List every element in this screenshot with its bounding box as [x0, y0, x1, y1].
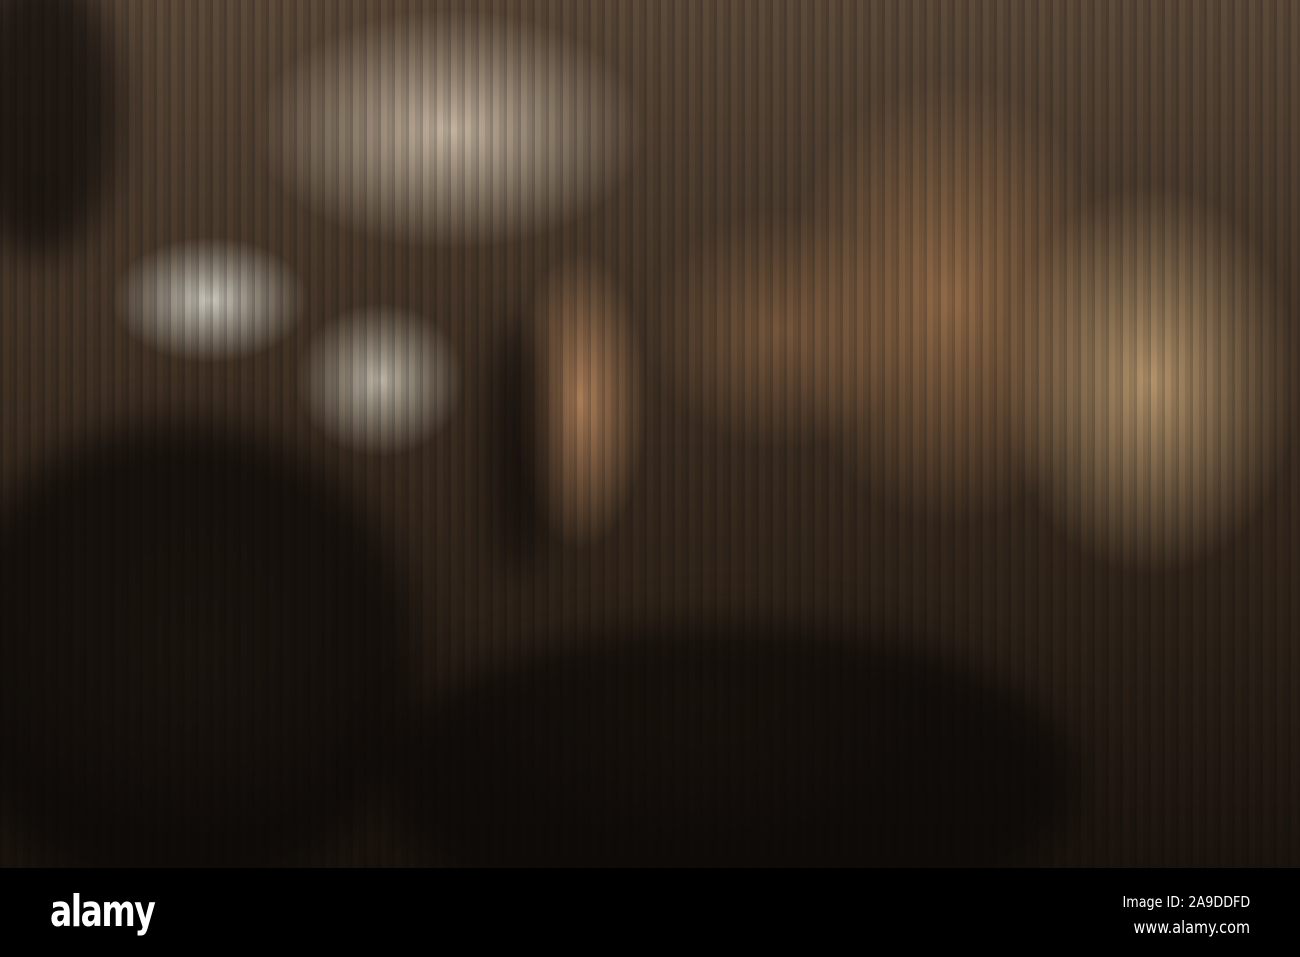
shadow-center-crevice [490, 320, 550, 580]
stock-photo-page: alamy Image ID: 2A9DDFD www.alamy.com [0, 0, 1300, 957]
cave-photo [0, 0, 1300, 868]
watermark-footer: alamy Image ID: 2A9DDFD www.alamy.com [0, 868, 1300, 957]
image-id: Image ID: 2A9DDFD [1122, 893, 1250, 911]
alamy-logo: alamy [50, 886, 156, 937]
site-url: www.alamy.com [1133, 918, 1250, 938]
